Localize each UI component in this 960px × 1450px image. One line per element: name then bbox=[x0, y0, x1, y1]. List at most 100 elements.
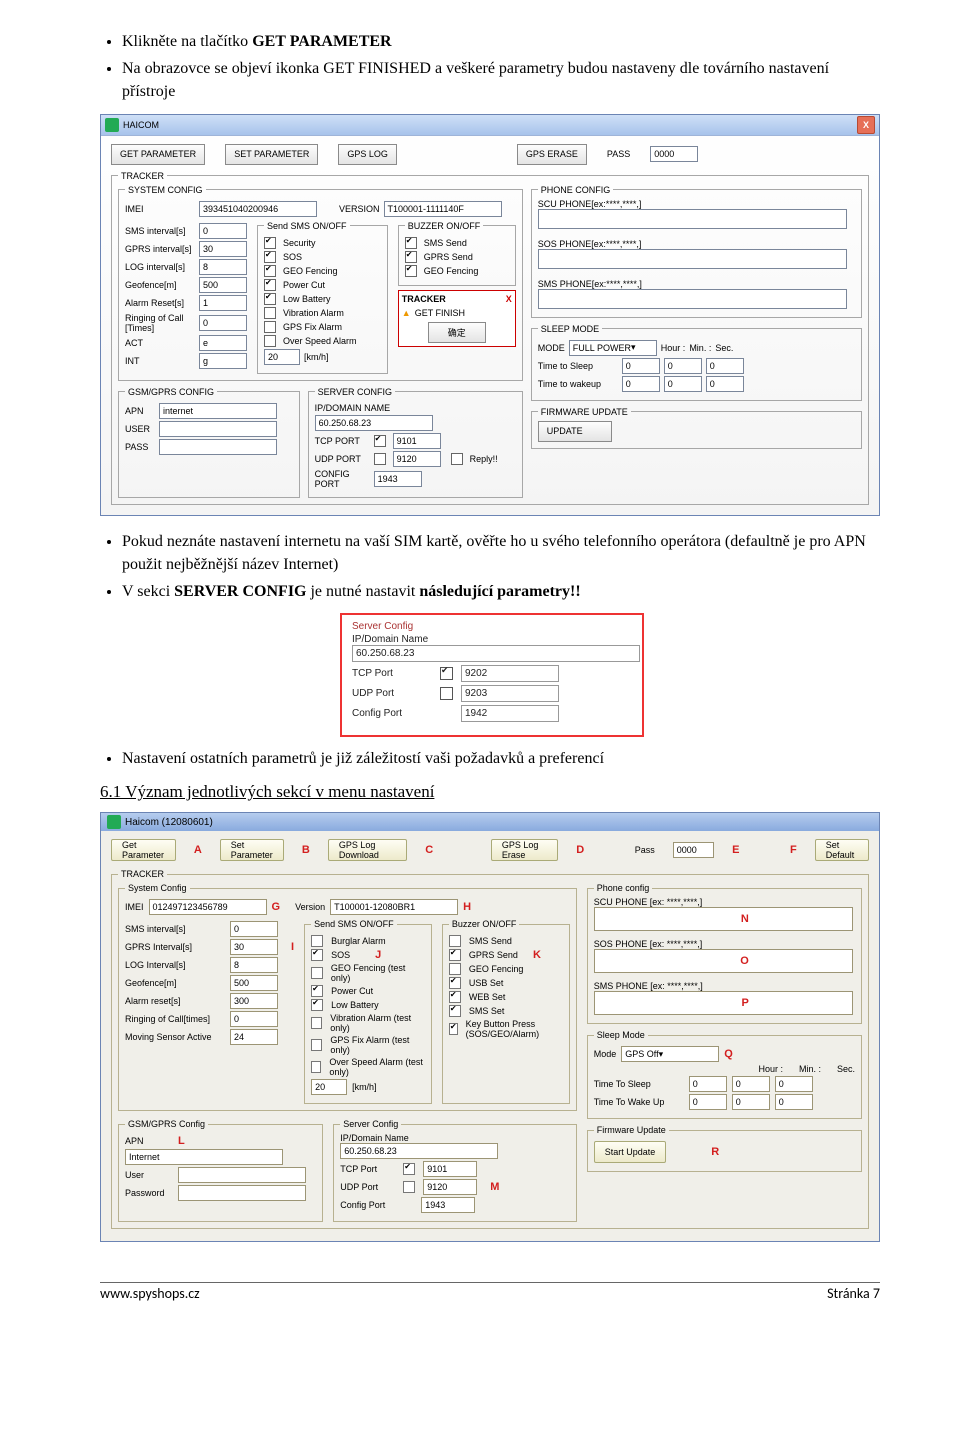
checkbox[interactable] bbox=[374, 435, 386, 447]
m-input[interactable]: 0 bbox=[664, 358, 702, 374]
field-input[interactable]: 500 bbox=[199, 277, 247, 293]
checkbox[interactable] bbox=[405, 265, 417, 277]
field-input[interactable]: 300 bbox=[230, 993, 278, 1009]
m-input[interactable]: 0 bbox=[664, 376, 702, 392]
checkbox[interactable] bbox=[311, 935, 323, 947]
checkbox[interactable] bbox=[449, 1023, 458, 1035]
checkbox[interactable] bbox=[405, 251, 417, 263]
checkbox[interactable] bbox=[311, 999, 323, 1011]
checkbox[interactable] bbox=[264, 335, 276, 347]
m-input[interactable]: 0 bbox=[732, 1094, 770, 1110]
checkbox[interactable] bbox=[405, 237, 417, 249]
field-input[interactable]: 24 bbox=[230, 1029, 278, 1045]
user-input[interactable] bbox=[178, 1167, 306, 1183]
field-input[interactable]: 8 bbox=[199, 259, 247, 275]
h-input[interactable]: 0 bbox=[622, 358, 660, 374]
checkbox[interactable] bbox=[311, 1017, 322, 1029]
checkbox[interactable] bbox=[264, 265, 276, 277]
gps-log-download-button[interactable]: GPS Log Download bbox=[328, 839, 407, 861]
checkbox[interactable] bbox=[311, 985, 323, 997]
h-input[interactable]: 0 bbox=[622, 376, 660, 392]
start-update-button[interactable]: Start Update bbox=[594, 1141, 667, 1163]
tcp-input[interactable]: 9202 bbox=[461, 665, 559, 682]
udp-input[interactable]: 9120 bbox=[423, 1179, 477, 1195]
pass-input[interactable]: 0000 bbox=[650, 146, 698, 162]
close-icon[interactable]: X bbox=[506, 294, 512, 304]
sos-input[interactable]: O bbox=[594, 949, 853, 973]
field-input[interactable]: g bbox=[199, 353, 247, 369]
s-input[interactable]: 0 bbox=[775, 1076, 813, 1092]
field-input[interactable]: 1 bbox=[199, 295, 247, 311]
version-input[interactable]: T100001-1111140F bbox=[384, 201, 502, 217]
udp-input[interactable]: 9120 bbox=[393, 451, 441, 467]
checkbox[interactable] bbox=[264, 251, 276, 263]
field-input[interactable]: e bbox=[199, 335, 247, 351]
mode-select[interactable]: FULL POWER ▾ bbox=[569, 340, 657, 356]
gps-erase-button[interactable]: GPS ERASE bbox=[517, 144, 587, 165]
scu-input[interactable]: N bbox=[594, 907, 853, 931]
gps-log-erase-button[interactable]: GPS Log Erase bbox=[491, 839, 558, 861]
mode-select[interactable]: GPS Off ▾ bbox=[621, 1046, 719, 1062]
sos-input[interactable] bbox=[538, 249, 847, 269]
checkbox[interactable] bbox=[451, 453, 463, 465]
field-input[interactable]: 500 bbox=[230, 975, 278, 991]
close-icon[interactable]: X bbox=[857, 116, 875, 134]
imei-input[interactable]: 012497123456789 bbox=[149, 899, 267, 915]
user-input[interactable] bbox=[159, 421, 277, 437]
checkbox[interactable] bbox=[449, 935, 461, 947]
checkbox[interactable] bbox=[311, 967, 323, 979]
password-input[interactable] bbox=[178, 1185, 306, 1201]
checkbox[interactable] bbox=[264, 279, 276, 291]
checkbox[interactable] bbox=[449, 977, 461, 989]
checkbox[interactable] bbox=[449, 991, 461, 1003]
udp-input[interactable]: 9203 bbox=[461, 685, 559, 702]
field-input[interactable]: 0 bbox=[230, 1011, 278, 1027]
cfg-input[interactable]: 1942 bbox=[461, 705, 559, 722]
tcp-input[interactable]: 9101 bbox=[393, 433, 441, 449]
checkbox[interactable] bbox=[403, 1181, 415, 1193]
version-input[interactable]: T100001-12080BR1 bbox=[330, 899, 458, 915]
set-parameter-button[interactable]: Set Parameter bbox=[220, 839, 284, 861]
checkbox[interactable] bbox=[449, 963, 461, 975]
checkbox[interactable] bbox=[449, 1005, 461, 1017]
checkbox[interactable] bbox=[311, 949, 323, 961]
checkbox[interactable] bbox=[449, 949, 461, 961]
ipdn-input[interactable]: 60.250.68.23 bbox=[315, 415, 433, 431]
pass-input[interactable] bbox=[159, 439, 277, 455]
checkbox[interactable] bbox=[374, 453, 386, 465]
checkbox[interactable] bbox=[440, 687, 453, 700]
checkbox[interactable] bbox=[311, 1061, 321, 1073]
apn-input[interactable]: internet bbox=[159, 403, 277, 419]
gps-log-button[interactable]: GPS LOG bbox=[338, 144, 397, 165]
checkbox[interactable] bbox=[264, 293, 276, 305]
cfg-input[interactable]: 1943 bbox=[374, 471, 422, 487]
tcp-input[interactable]: 9101 bbox=[423, 1161, 477, 1177]
ok-button[interactable]: 确定 bbox=[428, 322, 486, 343]
h-input[interactable]: 0 bbox=[689, 1094, 727, 1110]
field-input[interactable]: 0 bbox=[199, 223, 247, 239]
m-input[interactable]: 0 bbox=[732, 1076, 770, 1092]
field-input[interactable]: 8 bbox=[230, 957, 278, 973]
update-button[interactable]: UPDATE bbox=[538, 421, 612, 442]
get-parameter-button[interactable]: Get Parameter bbox=[111, 839, 176, 861]
field-input[interactable]: 30 bbox=[230, 939, 278, 955]
field-input[interactable]: 0 bbox=[199, 315, 247, 331]
ipdn-input[interactable]: 60.250.68.23 bbox=[340, 1143, 498, 1159]
cfg-input[interactable]: 1943 bbox=[421, 1197, 475, 1213]
pass-input[interactable]: 0000 bbox=[673, 842, 714, 858]
scu-input[interactable] bbox=[538, 209, 847, 229]
checkbox[interactable] bbox=[311, 1039, 322, 1051]
checkbox[interactable] bbox=[264, 321, 276, 333]
set-parameter-button[interactable]: SET PARAMETER bbox=[225, 144, 318, 165]
h-input[interactable]: 0 bbox=[689, 1076, 727, 1092]
apn-input[interactable]: Internet bbox=[125, 1149, 283, 1165]
s-input[interactable]: 0 bbox=[706, 358, 744, 374]
checkbox[interactable] bbox=[440, 667, 453, 680]
sms-input[interactable]: P bbox=[594, 991, 853, 1015]
ipdn-input[interactable]: 60.250.68.23 bbox=[352, 645, 640, 662]
field-input[interactable]: 30 bbox=[199, 241, 247, 257]
get-parameter-button[interactable]: GET PARAMETER bbox=[111, 144, 205, 165]
sms-input[interactable] bbox=[538, 289, 847, 309]
imei-input[interactable]: 393451040200946 bbox=[199, 201, 317, 217]
speed-input[interactable]: 20 bbox=[264, 349, 300, 365]
